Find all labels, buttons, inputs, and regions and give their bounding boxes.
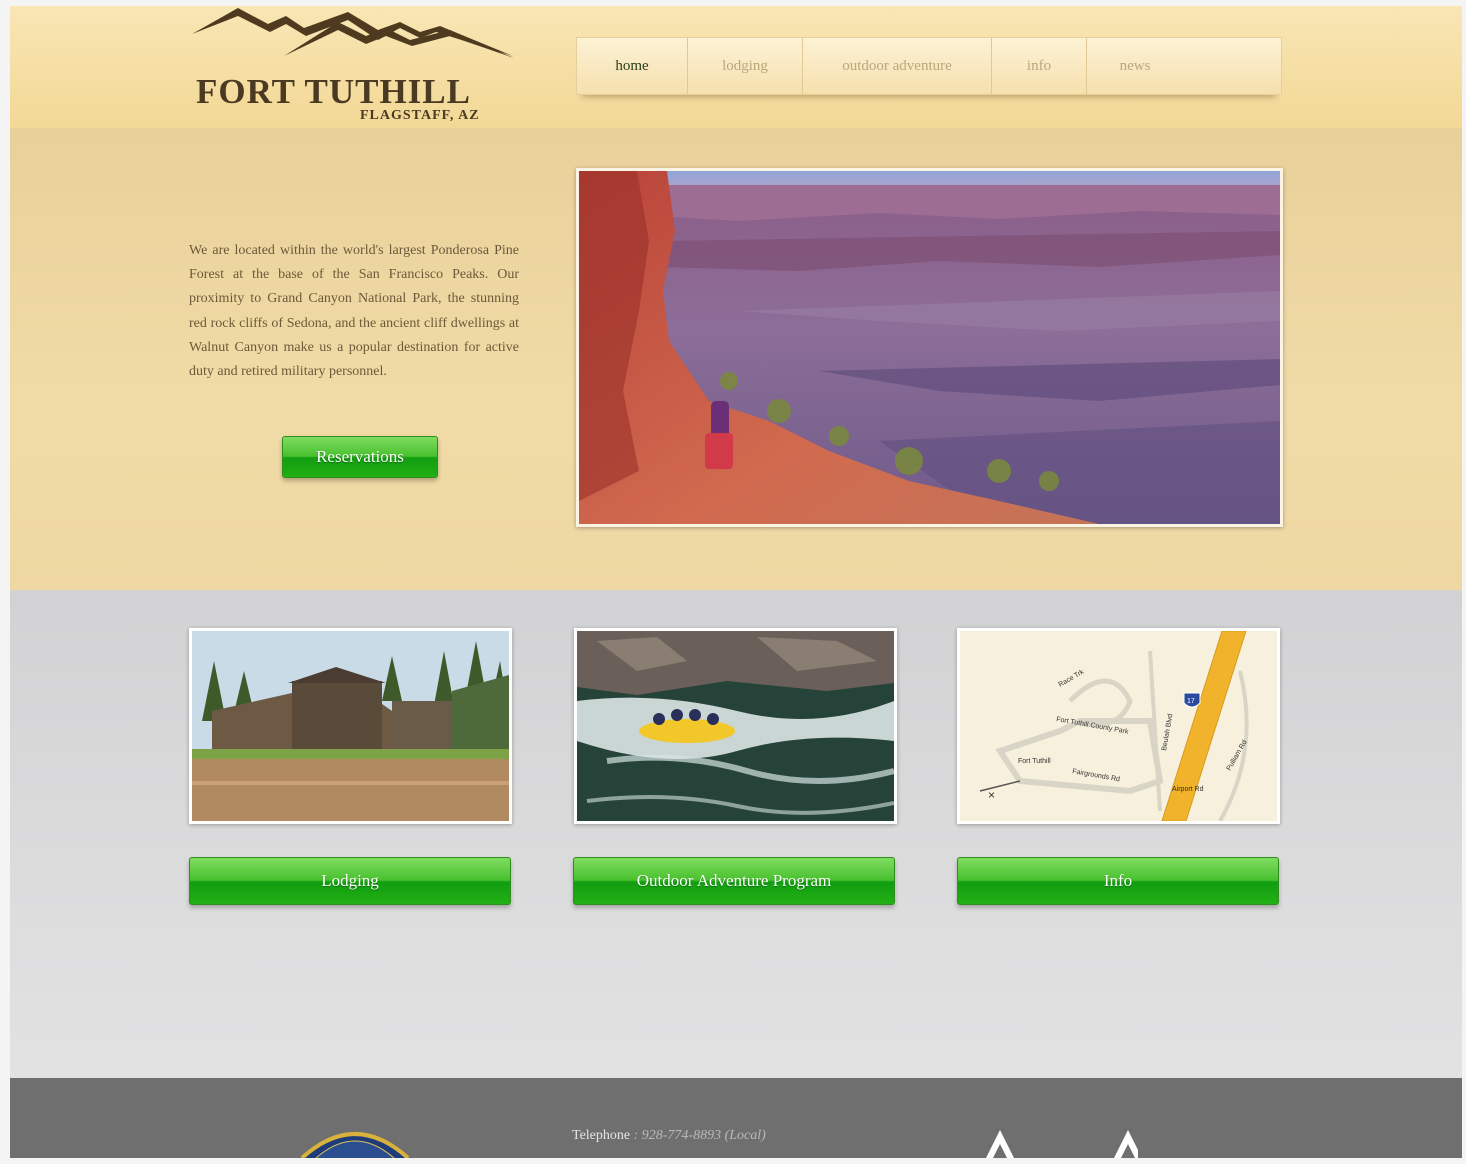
map-label-highway: 17 <box>1187 698 1195 705</box>
outdoor-adventure-button[interactable]: Outdoor Adventure Program <box>573 857 895 905</box>
nav-home[interactable]: home <box>577 38 688 94</box>
svg-text:×: × <box>988 788 995 802</box>
map-image: × Race Trk Fort Tuthill County Park Fort… <box>960 631 1277 821</box>
peaks-logo-icon <box>986 1130 1138 1158</box>
nav-info[interactable]: info <box>992 38 1087 94</box>
military-seal-icon <box>300 1132 410 1158</box>
logo-subtitle: FLAGSTAFF, AZ <box>360 108 480 123</box>
hero-description: We are located within the world's larges… <box>189 243 519 380</box>
footer-telephone: Telephone : 928-774-8893 (Local) <box>572 1128 766 1144</box>
rafting-image <box>577 631 894 821</box>
rafting-photo[interactable] <box>574 628 897 824</box>
map-label-fort-tuthill: Fort Tuthill <box>1018 758 1051 765</box>
lodging-image <box>192 631 509 821</box>
page: FORT TUTHILL FLAGSTAFF, AZ home lodging … <box>10 6 1462 1158</box>
info-button[interactable]: Info <box>957 857 1279 905</box>
nav-news[interactable]: news <box>1087 38 1183 94</box>
telephone-number: : 928-774-8893 (Local) <box>633 1128 766 1143</box>
nav-lodging[interactable]: lodging <box>688 38 803 94</box>
site-header: FORT TUTHILL FLAGSTAFF, AZ home lodging … <box>10 6 1462 128</box>
lodging-photo[interactable] <box>189 628 512 824</box>
logo-title: FORT TUTHILL <box>196 72 471 111</box>
nav-outdoor-adventure[interactable]: outdoor adventure <box>803 38 992 94</box>
site-footer: Telephone : 928-774-8893 (Local) <box>10 1078 1462 1158</box>
hero-section: We are located within the world's larges… <box>10 128 1462 590</box>
grand-canyon-image <box>579 171 1280 524</box>
lodging-button[interactable]: Lodging <box>189 857 511 905</box>
interstate-shield-icon: 17 <box>1183 692 1201 708</box>
site-logo[interactable]: FORT TUTHILL FLAGSTAFF, AZ <box>188 6 518 128</box>
telephone-label: Telephone <box>572 1128 631 1143</box>
reservations-button[interactable]: Reservations <box>282 436 438 478</box>
grand-canyon-photo <box>576 168 1283 527</box>
location-map[interactable]: × Race Trk Fort Tuthill County Park Fort… <box>957 628 1280 824</box>
features-section: × Race Trk Fort Tuthill County Park Fort… <box>10 590 1462 1078</box>
map-label-airport: Airport Rd <box>1172 786 1204 793</box>
main-nav: home lodging outdoor adventure info news <box>576 37 1282 95</box>
mountains-logo-icon <box>192 8 514 58</box>
